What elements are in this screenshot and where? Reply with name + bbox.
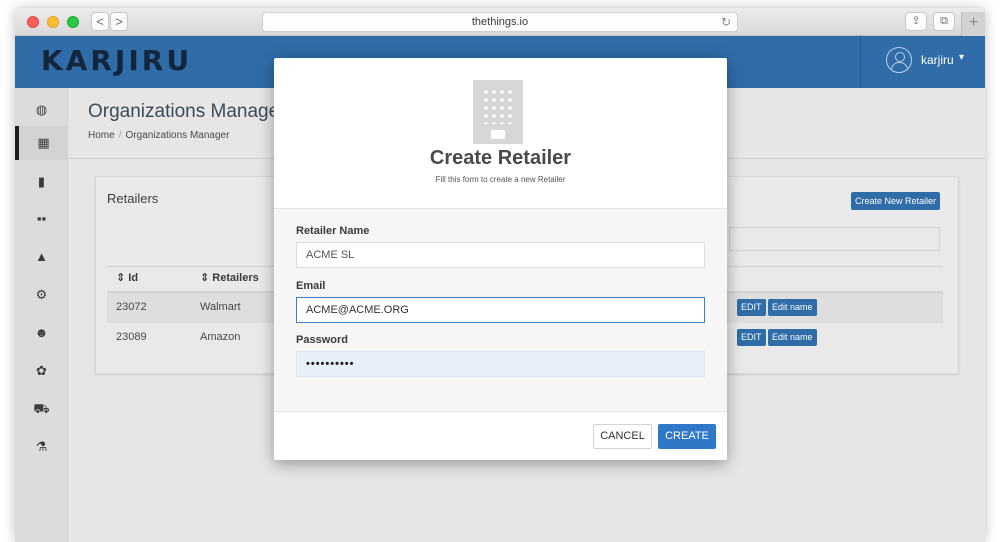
password-label: Password: [296, 334, 348, 346]
modal-overlay: Create Retailer Fill this form to create…: [0, 0, 1000, 542]
create-button[interactable]: CREATE: [658, 424, 716, 449]
email-input[interactable]: ACME@ACME.ORG: [296, 297, 705, 323]
dialog-subtitle: Fill this form to create a new Retailer: [435, 175, 566, 184]
building-door: [491, 130, 505, 139]
retailer-name-label: Retailer Name: [296, 225, 370, 237]
email-label: Email: [296, 280, 326, 292]
building-icon: [473, 80, 523, 144]
retailer-name-input[interactable]: ACME SL: [296, 242, 705, 268]
create-retailer-dialog: Create Retailer Fill this form to create…: [274, 58, 727, 460]
cancel-button[interactable]: CANCEL: [593, 424, 652, 449]
password-input[interactable]: ••••••••••: [296, 351, 705, 377]
building-windows: [482, 88, 514, 124]
dialog-form: Retailer Name ACME SL Email ACME@ACME.OR…: [274, 208, 727, 412]
dialog-title: Create Retailer: [429, 147, 572, 169]
